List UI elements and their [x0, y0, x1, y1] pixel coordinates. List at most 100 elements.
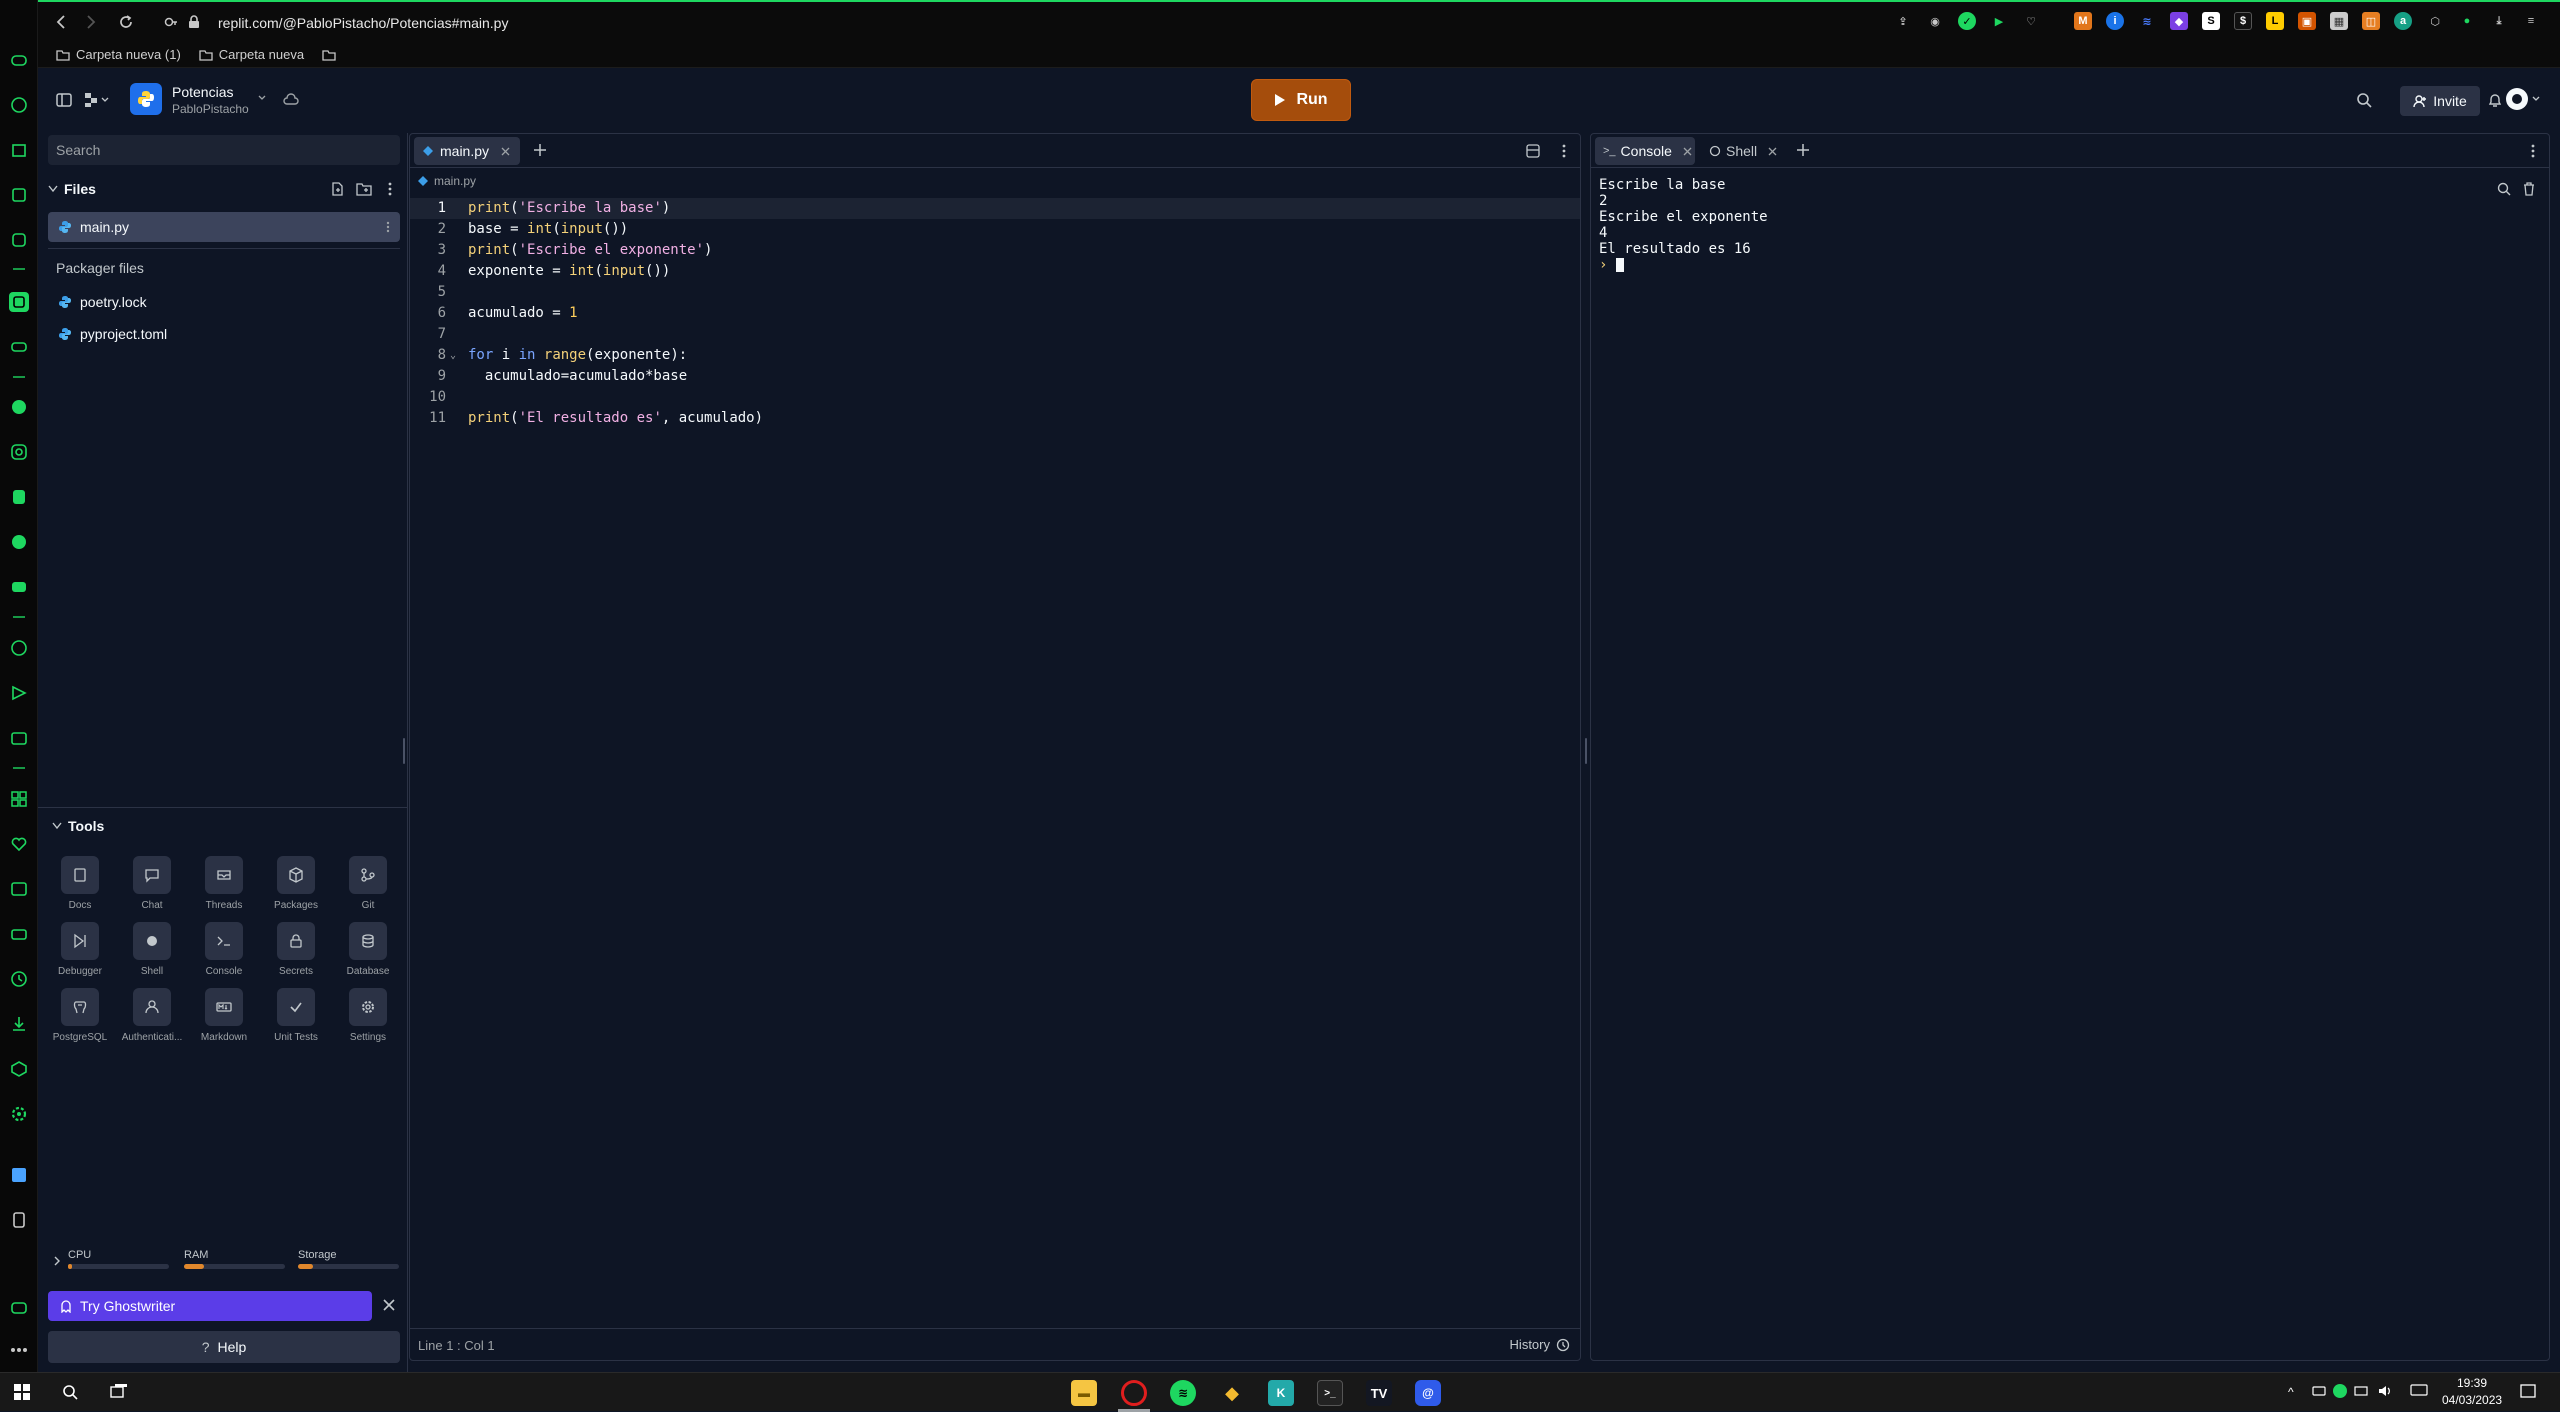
code-line[interactable]: 1 print('Escribe la base') [410, 198, 1580, 219]
chevron-down-icon[interactable] [258, 95, 266, 101]
code-line[interactable]: 8 ⌄ for i in range(exponente): [410, 345, 1580, 366]
search-icon[interactable] [2497, 182, 2511, 196]
code-line[interactable]: 10 [410, 387, 1580, 408]
code-line[interactable]: 11 print('El resultado es', acumulado) [410, 408, 1580, 429]
forward-icon[interactable] [80, 11, 102, 33]
files-header[interactable]: Files [48, 178, 400, 200]
bookmark-folder[interactable]: Carpeta nueva [199, 47, 304, 62]
tool-debugger[interactable]: Debugger [44, 922, 116, 977]
vpn-icon[interactable]: ✓ [1958, 12, 1976, 30]
add-tab-icon[interactable] [1796, 143, 1810, 157]
tool-database[interactable]: Database [332, 922, 404, 977]
run-button[interactable]: Run [1251, 79, 1351, 121]
tools-header[interactable]: Tools [52, 818, 104, 834]
code-line[interactable]: 6 acumulado = 1 [410, 303, 1580, 324]
tool-console[interactable]: Console [188, 922, 260, 977]
tool-settings[interactable]: Settings [332, 988, 404, 1043]
purple-extension-icon[interactable]: ◆ [2170, 12, 2188, 30]
layout-icon[interactable] [1526, 144, 1540, 158]
tab-console[interactable]: >_ Console [1595, 137, 1695, 165]
twitter-icon[interactable] [9, 532, 29, 552]
resize-handle[interactable] [1585, 738, 1587, 764]
tool-postgresql[interactable]: PostgreSQL [44, 988, 116, 1043]
spotify-icon[interactable]: ≋ [1170, 1380, 1196, 1406]
bookmark-folder[interactable]: Carpeta nueva (1) [56, 47, 181, 62]
code-line[interactable]: 4 exponente = int(input()) [410, 261, 1580, 282]
opera-gx-icon[interactable] [1121, 1380, 1147, 1406]
calculator-icon[interactable] [9, 1210, 29, 1230]
send-icon[interactable] [9, 683, 29, 703]
python-logo-icon[interactable] [130, 83, 162, 115]
tool-packages[interactable]: Packages [260, 856, 332, 911]
s-extension-icon[interactable]: S [2202, 12, 2220, 30]
tradingview-icon[interactable]: TV [1366, 1380, 1392, 1406]
fold-chevron-icon[interactable]: ⌄ [450, 345, 456, 366]
amber-extension-icon[interactable]: ◫ [2362, 12, 2380, 30]
breadcrumb[interactable]: main.py [418, 174, 476, 188]
add-tab-icon[interactable] [533, 143, 547, 157]
discord-2-icon[interactable] [9, 577, 29, 597]
shop-icon[interactable] [9, 140, 29, 160]
twitch-icon[interactable] [9, 185, 29, 205]
tab-main-py[interactable]: main.py [414, 137, 520, 165]
invite-button[interactable]: Invite [2400, 86, 2480, 116]
search-icon[interactable] [2356, 92, 2372, 108]
news-icon[interactable] [9, 879, 29, 899]
tiktok-icon[interactable] [9, 487, 29, 507]
cards-icon[interactable] [9, 924, 29, 944]
close-icon[interactable] [383, 1299, 395, 1311]
file-poetry-lock[interactable]: poetry.lock [48, 287, 400, 317]
console-output[interactable]: Escribe la base 2 Escribe el exponente 4 El … [1599, 177, 1768, 273]
search-input[interactable]: Search [48, 135, 400, 165]
profile-icon[interactable]: ● [2458, 12, 2476, 30]
volume-icon[interactable] [2378, 1384, 2394, 1398]
tool-secrets[interactable]: Secrets [260, 922, 332, 977]
dollar-extension-icon[interactable]: $ [2234, 12, 2252, 30]
instagram-icon[interactable] [9, 442, 29, 462]
apps-icon[interactable] [9, 789, 29, 809]
history-icon[interactable] [9, 969, 29, 989]
repl-name[interactable]: Potencias [172, 84, 233, 100]
windows-start-icon[interactable] [14, 1384, 30, 1400]
games-icon[interactable] [9, 1298, 29, 1318]
spotify-tray-icon[interactable] [2333, 1384, 2347, 1398]
bell-icon[interactable] [2488, 92, 2502, 108]
chevron-up-icon[interactable]: ^ [2288, 1385, 2294, 1399]
metamask-icon[interactable]: M [2074, 12, 2092, 30]
a-extension-icon[interactable]: a [2394, 12, 2412, 30]
discord-icon[interactable] [9, 230, 29, 250]
heart-icon[interactable] [9, 834, 29, 854]
code-line[interactable]: 9 acumulado=acumulado*base [410, 366, 1580, 387]
file-explorer-icon[interactable]: ▬ [1071, 1380, 1097, 1406]
k-app-icon[interactable]: K [1268, 1380, 1294, 1406]
back-icon[interactable] [50, 11, 72, 33]
code-line[interactable]: 5 [410, 282, 1580, 303]
reload-icon[interactable] [115, 11, 137, 33]
search-icon[interactable] [62, 1384, 78, 1400]
code-line[interactable]: 3 print('Escribe el exponente') [410, 240, 1580, 261]
code-line[interactable]: 7 [410, 324, 1580, 345]
cursor-position[interactable]: Line 1 : Col 1 [418, 1338, 495, 1353]
sidebar-toggle-icon[interactable] [56, 92, 72, 108]
blue-extension-icon[interactable]: i [2106, 12, 2124, 30]
code-area[interactable]: 1 print('Escribe la base') 2 base = int(inp… [410, 198, 1580, 758]
orange-extension-icon[interactable]: ▣ [2298, 12, 2316, 30]
kebab-menu-icon[interactable] [388, 182, 392, 196]
tool-unit-tests[interactable]: Unit Tests [260, 988, 332, 1043]
wallet-icon[interactable] [9, 728, 29, 748]
network-icon[interactable] [2354, 1384, 2370, 1398]
url-bar[interactable]: replit.com/@PabloPistacho/Potencias#main… [218, 15, 508, 31]
file-pyproject-toml[interactable]: pyproject.toml [48, 319, 400, 349]
tool-markdown[interactable]: Markdown [188, 988, 260, 1043]
settings-icon[interactable] [9, 1104, 29, 1124]
camera-icon[interactable]: ◉ [1926, 12, 1944, 30]
kebab-menu-icon[interactable] [2531, 144, 2535, 158]
tool-git[interactable]: Git [332, 856, 404, 911]
translate-icon[interactable] [9, 1165, 29, 1185]
speed-icon[interactable] [9, 95, 29, 115]
menu-icon[interactable]: ≡ [2522, 12, 2540, 30]
help-button[interactable]: ? Help [48, 1331, 400, 1363]
repl-owner[interactable]: PabloPistacho [172, 102, 249, 116]
layers-icon[interactable]: ≋ [2138, 12, 2156, 30]
task-view-icon[interactable] [110, 1384, 128, 1400]
